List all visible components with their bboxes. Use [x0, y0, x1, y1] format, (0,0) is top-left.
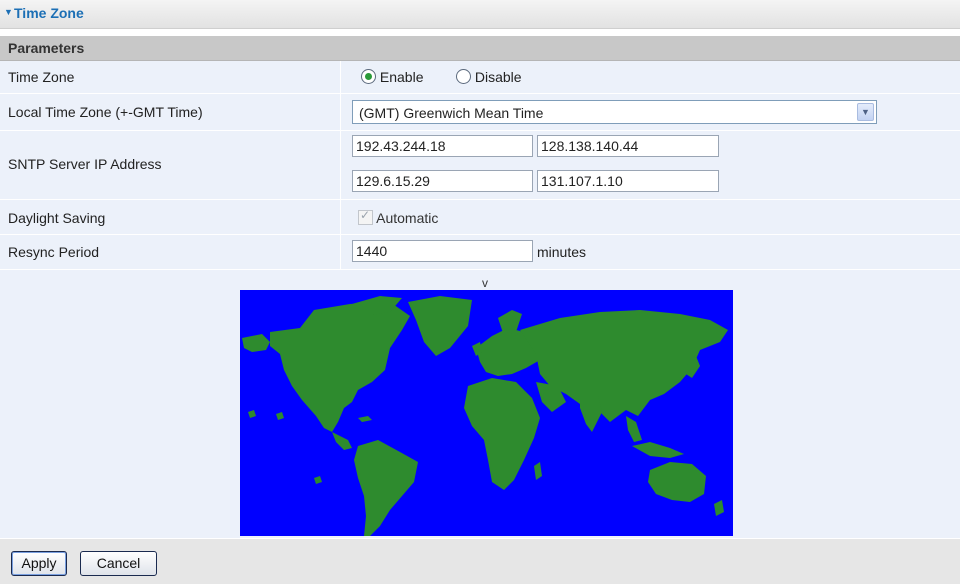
world-map[interactable]	[240, 290, 733, 536]
page-title[interactable]: Time Zone	[14, 5, 84, 21]
local-time-zone-value: (GMT) Greenwich Mean Time	[359, 105, 544, 121]
time-zone-label: Time Zone	[8, 69, 75, 85]
enable-radio[interactable]	[361, 69, 376, 84]
resync-period-unit: minutes	[537, 244, 587, 260]
enable-radio-label[interactable]: Enable	[380, 69, 424, 85]
daylight-saving-label: Daylight Saving	[8, 210, 106, 226]
automatic-checkbox[interactable]: ✓	[358, 208, 373, 225]
section-title: Parameters	[8, 40, 85, 56]
sntp-server-4-input[interactable]	[537, 170, 719, 192]
disable-radio[interactable]	[456, 69, 471, 84]
local-time-zone-row: Local Time Zone (+-GMT Time) (GMT) Green…	[0, 94, 960, 131]
automatic-checkbox-label[interactable]: Automatic	[376, 210, 438, 226]
automatic-checkbox-group: ✓ Automatic	[358, 208, 438, 226]
daylight-saving-row: Daylight Saving ✓ Automatic	[0, 200, 960, 235]
resync-period-label: Resync Period	[8, 244, 100, 260]
parameters-section-header: Parameters	[0, 36, 960, 61]
sntp-server-row: SNTP Server IP Address	[0, 131, 960, 200]
sntp-server-2-input[interactable]	[537, 135, 719, 157]
sntp-server-label: SNTP Server IP Address	[8, 156, 162, 172]
enable-radio-group: Enable	[361, 69, 423, 85]
local-time-zone-select[interactable]: (GMT) Greenwich Mean Time ▼	[352, 100, 877, 124]
cancel-button[interactable]: Cancel	[80, 551, 157, 576]
apply-button[interactable]: Apply	[11, 551, 67, 576]
page-header: ▼ Time Zone	[0, 0, 960, 29]
time-zone-row: Time Zone Enable Disable	[0, 61, 960, 94]
collapse-triangle-icon[interactable]: ▼	[4, 7, 13, 17]
local-time-zone-label: Local Time Zone (+-GMT Time)	[8, 104, 203, 120]
sntp-server-3-input[interactable]	[352, 170, 533, 192]
map-position-marker: v	[482, 276, 488, 290]
disable-radio-group: Disable	[456, 69, 522, 85]
sntp-server-1-input[interactable]	[352, 135, 533, 157]
disable-radio-label[interactable]: Disable	[475, 69, 522, 85]
resync-period-row: Resync Period minutes	[0, 235, 960, 270]
chevron-down-icon[interactable]: ▼	[857, 103, 874, 121]
resync-period-input[interactable]	[352, 240, 533, 262]
